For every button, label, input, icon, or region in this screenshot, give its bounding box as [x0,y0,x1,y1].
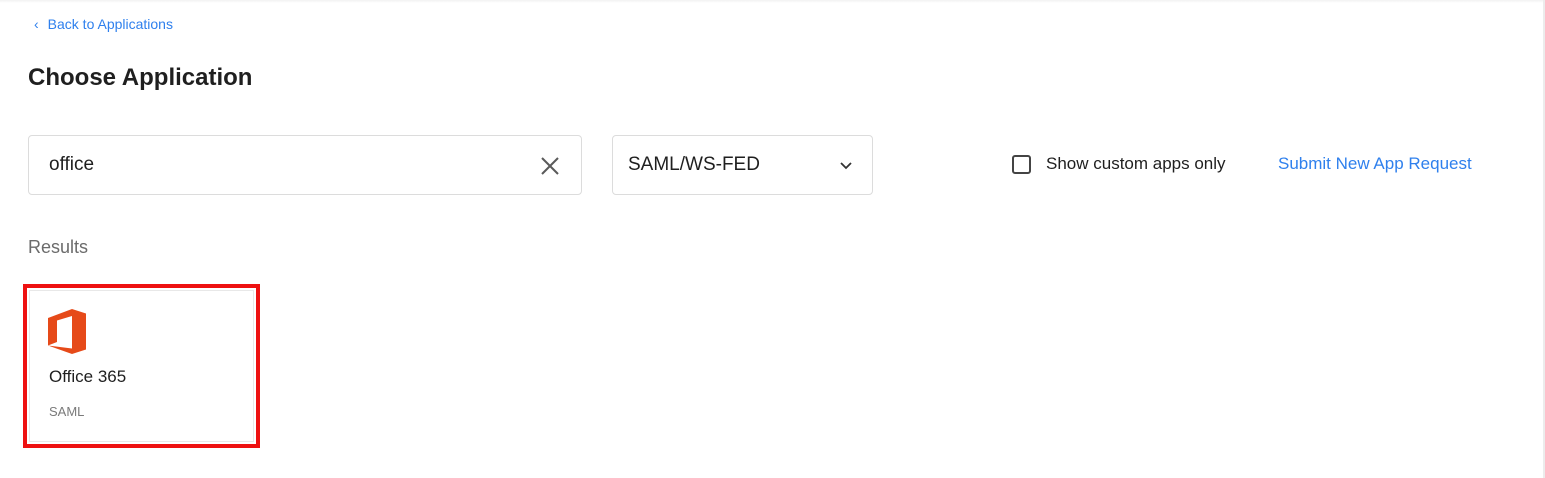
app-card-office-365[interactable]: Office 365 SAML [29,290,254,442]
top-shadow [0,0,1545,3]
search-input[interactable] [49,154,519,176]
protocol-filter-value: SAML/WS-FED [628,154,760,175]
submit-new-app-request-link[interactable]: Submit New App Request [1278,154,1472,174]
back-link-label: Back to Applications [47,16,173,32]
show-custom-apps-checkbox[interactable] [1012,154,1031,174]
page-title: Choose Application [28,64,253,91]
close-icon[interactable] [539,155,561,177]
protocol-filter-select[interactable]: SAML/WS-FED [612,135,873,195]
show-custom-apps-label: Show custom apps only [1046,154,1226,173]
show-custom-apps-toggle[interactable]: Show custom apps only [1012,154,1226,174]
app-name: Office 365 [49,367,127,386]
chevron-left-icon: ‹ [34,16,39,32]
back-to-applications-link[interactable]: ‹ Back to Applications [34,16,173,32]
app-type: SAML [49,404,85,419]
search-box [28,135,582,195]
office-icon [48,309,86,354]
chevron-down-icon [840,162,852,170]
choose-application-page: ‹ Back to Applications Choose Applicatio… [0,0,1545,478]
results-label: Results [28,237,89,257]
